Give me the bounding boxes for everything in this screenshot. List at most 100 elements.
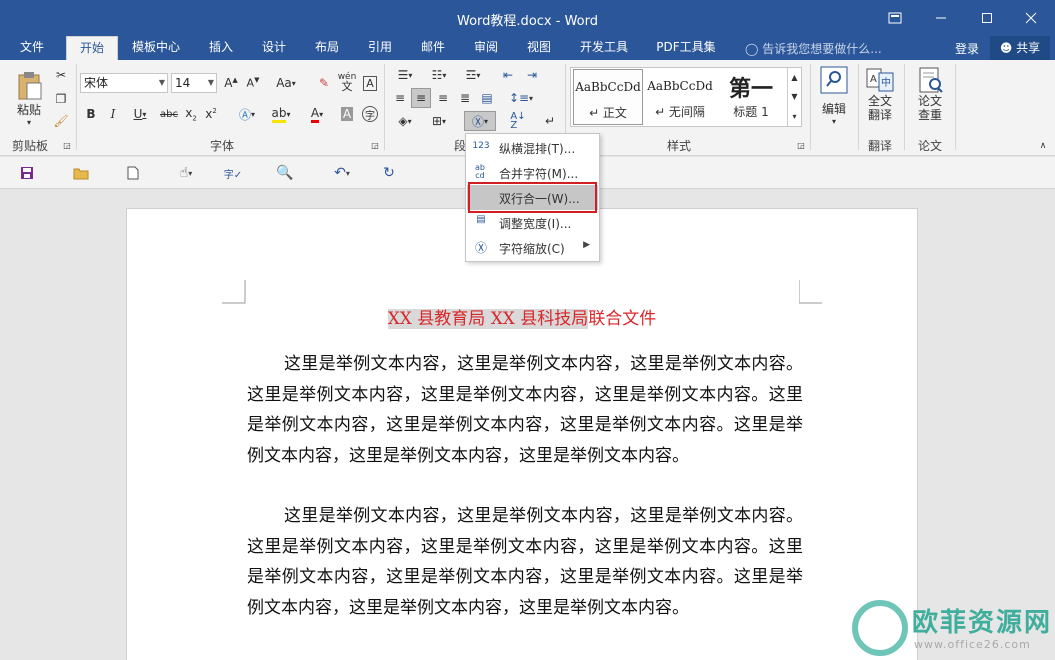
font-size-combo[interactable]: 14 ▼	[171, 73, 217, 93]
tab-pdf-tools[interactable]: PDF工具集	[648, 36, 724, 60]
collapse-ribbon-button[interactable]: ∧	[1036, 140, 1050, 152]
increase-indent-icon: ⇥	[526, 68, 538, 82]
clipboard-launcher[interactable]: ◲	[62, 140, 72, 150]
menu-item-horizontal-in-vertical[interactable]: 123 纵横混排(T)...	[467, 135, 598, 160]
font-launcher[interactable]: ◲	[370, 140, 380, 150]
tab-file[interactable]: 文件	[8, 36, 56, 60]
spelling-button[interactable]: 字✓	[220, 163, 246, 183]
font-name-value: 宋体	[84, 76, 109, 90]
justify-button[interactable]: ≣	[455, 88, 475, 108]
superscript-button[interactable]: x2	[202, 104, 220, 124]
style-normal[interactable]: AaBbCcDd ↵ 正文	[573, 69, 643, 125]
tab-review[interactable]: 审阅	[463, 36, 509, 60]
distributed-button[interactable]: ▤	[477, 88, 497, 108]
char-border-button[interactable]: A	[360, 73, 380, 93]
lightbulb-icon: ◯	[745, 42, 759, 56]
tell-me-box[interactable]: ◯ 告诉我您想要做什么...	[745, 40, 882, 57]
text-effects-button[interactable]: Ⓐ ▾	[232, 104, 262, 124]
grow-font-button[interactable]: A▲	[222, 73, 240, 93]
chevron-up-icon: ▲	[791, 73, 798, 82]
tab-mailings[interactable]: 邮件	[410, 36, 456, 60]
close-button[interactable]	[1008, 4, 1054, 32]
change-case-button[interactable]: Aa ▾	[270, 73, 302, 93]
phonetic-guide-button[interactable]: wén 文	[336, 71, 358, 93]
borders-button[interactable]: ⊞ ▾	[424, 111, 454, 131]
open-button[interactable]	[68, 163, 94, 183]
line-spacing-button[interactable]: ↕≡ ▾	[506, 88, 536, 108]
align-right-icon: ≡	[437, 91, 449, 105]
maximize-button[interactable]	[964, 4, 1010, 32]
redo-button[interactable]: ↻	[376, 163, 402, 183]
font-color-button[interactable]: A ▾	[302, 104, 332, 124]
undo-button[interactable]: ↶ ▾	[324, 163, 360, 183]
multilevel-list-icon: ☲	[465, 68, 477, 82]
watermark-title: 欧菲资源网	[912, 608, 1053, 638]
align-center-button[interactable]: ≡	[411, 88, 431, 108]
decrease-indent-button[interactable]: ⇤	[498, 65, 518, 85]
increase-indent-button[interactable]: ⇥	[522, 65, 542, 85]
bullets-button[interactable]: ☰ ▾	[390, 65, 420, 85]
tab-developer[interactable]: 开发工具	[570, 36, 638, 60]
change-case-label: Aa	[276, 76, 292, 90]
minimize-button[interactable]	[918, 4, 964, 32]
styles-scroll-up[interactable]: ▲	[787, 68, 801, 87]
bold-button[interactable]: B	[82, 104, 100, 124]
clear-formatting-button[interactable]: ✎	[314, 73, 334, 93]
styles-launcher[interactable]: ◲	[796, 140, 806, 150]
paste-button[interactable]: 粘贴 ▾	[10, 66, 48, 132]
highlight-button[interactable]: ab ▾	[266, 104, 296, 124]
tab-home[interactable]: 开始	[66, 36, 118, 60]
shrink-font-button[interactable]: A▼	[244, 73, 262, 93]
subscript-button[interactable]: x2	[182, 104, 200, 124]
margin-corner-top-right	[799, 280, 822, 304]
save-button[interactable]	[14, 163, 40, 183]
multilevel-list-button[interactable]: ☲ ▾	[458, 65, 488, 85]
full-translate-button[interactable]: A中 全文翻译	[862, 66, 898, 132]
touch-mode-button[interactable]: ☝ ▾	[168, 163, 204, 183]
align-right-button[interactable]: ≡	[433, 88, 453, 108]
translate-group-label: 翻译	[868, 139, 893, 153]
new-document-button[interactable]	[120, 163, 146, 183]
chevron-down-icon: ▼	[791, 92, 798, 101]
sort-button[interactable]: A↓ Z	[508, 111, 528, 131]
svg-text:中: 中	[881, 76, 891, 89]
tab-template-center[interactable]: 模板中心	[124, 36, 188, 60]
format-painter-button[interactable]: 🖌	[52, 112, 70, 130]
char-shading-button[interactable]: A	[338, 104, 356, 124]
menu-item-fit-text[interactable]: ▤ 调整宽度(I)...	[467, 210, 598, 235]
chevron-down-icon: ▼	[158, 78, 165, 87]
styles-gallery: AaBbCcDd ↵ 正文 AaBbCcDd ↵ 无间隔 第一 标题 1 ▲ ▼…	[570, 67, 802, 127]
style-no-spacing[interactable]: AaBbCcDd ↵ 无间隔	[645, 69, 715, 125]
align-left-button[interactable]: ≡	[390, 88, 410, 108]
style-heading-1[interactable]: 第一 标题 1	[717, 69, 785, 125]
underline-button[interactable]: U ▾	[126, 104, 154, 124]
font-name-combo[interactable]: 宋体 ▼	[80, 73, 168, 93]
login-link[interactable]: 登录	[955, 40, 979, 57]
cut-button[interactable]: ✂	[52, 66, 70, 84]
horizontal-in-vertical-icon: 123	[472, 141, 490, 151]
tab-insert[interactable]: 插入	[198, 36, 244, 60]
shading-button[interactable]: ◈ ▾	[390, 111, 420, 131]
show-marks-button[interactable]: ↵	[540, 111, 560, 131]
italic-button[interactable]: I	[104, 104, 122, 124]
tab-layout[interactable]: 布局	[304, 36, 350, 60]
share-button[interactable]: ☻ 共享	[990, 36, 1050, 60]
text-effects-icon: Ⓐ	[238, 107, 251, 122]
enclose-chars-button[interactable]: 字	[360, 104, 380, 124]
tab-design[interactable]: 设计	[251, 36, 297, 60]
styles-scroll-down[interactable]: ▼	[787, 87, 801, 106]
print-preview-button[interactable]: 🔍	[272, 163, 298, 183]
separator	[858, 64, 859, 150]
paper-check-button[interactable]: 论文查重	[910, 66, 950, 132]
asian-layout-button[interactable]: Ⓧ ▾	[464, 111, 496, 131]
ribbon-display-options-button[interactable]	[872, 4, 918, 32]
menu-item-character-scaling[interactable]: Ⓧ 字符缩放(C) ▶	[467, 235, 598, 260]
copy-button[interactable]: ❐	[52, 90, 70, 108]
tab-view[interactable]: 视图	[516, 36, 562, 60]
editing-button[interactable]: 编辑 ▾	[816, 66, 852, 132]
tab-references[interactable]: 引用	[357, 36, 403, 60]
strikethrough-button[interactable]: abc	[158, 104, 180, 124]
numbering-button[interactable]: ☷ ▾	[424, 65, 454, 85]
styles-more[interactable]: ▾	[787, 106, 801, 126]
document-page[interactable]: XX 县教育局 XX 县科技局联合文件 这里是举例文本内容，这里是举例文本内容，…	[126, 208, 918, 660]
